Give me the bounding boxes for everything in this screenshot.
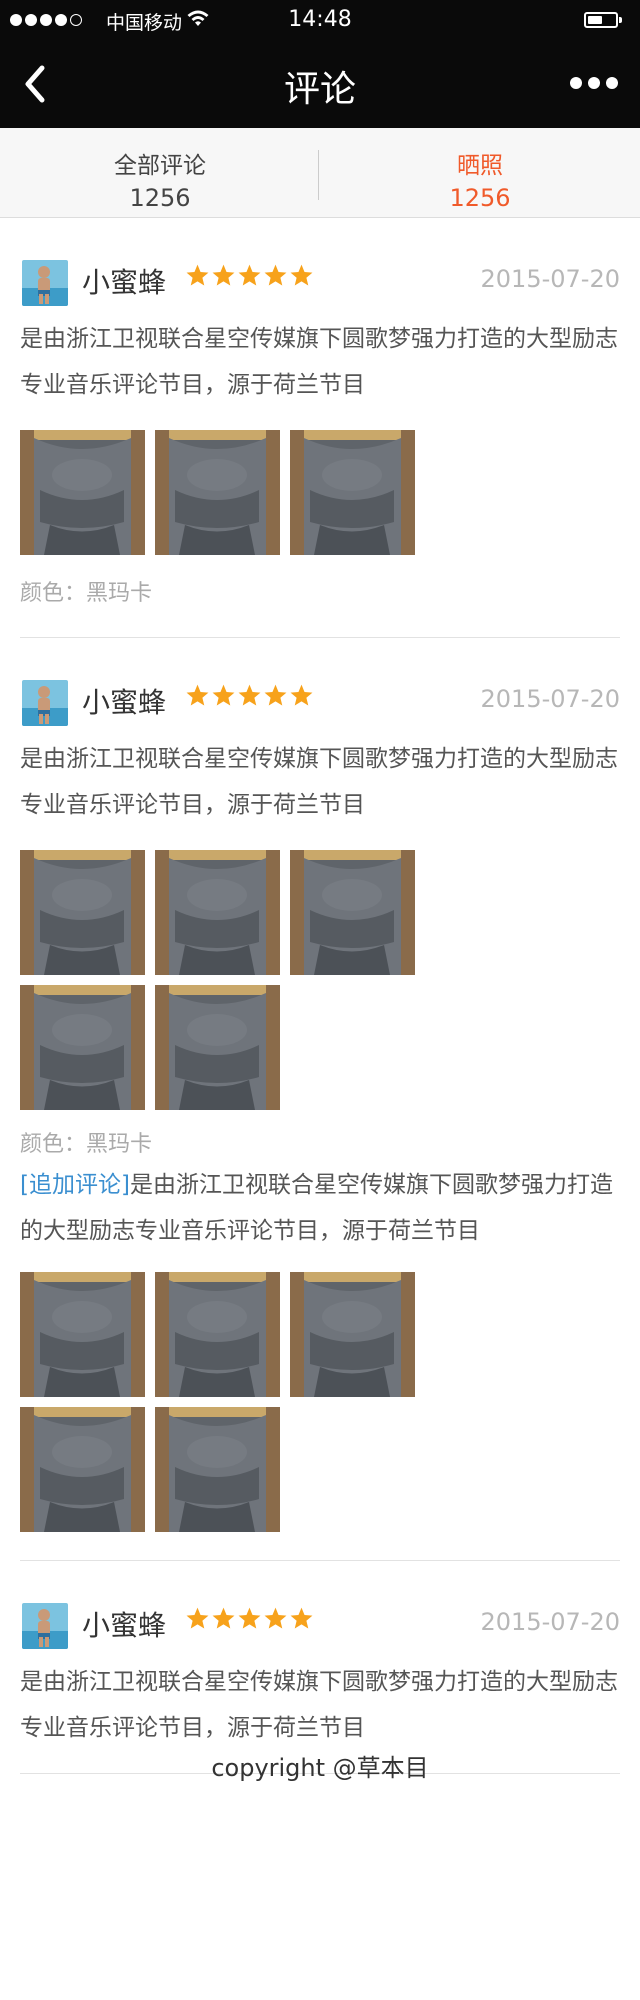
- star-icon: [289, 263, 314, 288]
- star-icon: [211, 683, 236, 708]
- tab-label: 晒照: [457, 153, 503, 179]
- review-photo[interactable]: [20, 850, 145, 975]
- star-icon: [263, 1606, 288, 1631]
- star-icon: [289, 1606, 314, 1631]
- review-photo[interactable]: [155, 1272, 280, 1397]
- review-item: 小蜜蜂 2015-07-20 是由浙江卫视联合星空传媒旗下圆歌梦强力打造的大型励…: [20, 638, 620, 1561]
- tab-count: 1256: [129, 184, 191, 212]
- more-dots-icon[interactable]: [570, 70, 622, 96]
- review-text: 是由浙江卫视联合星空传媒旗下圆歌梦强力打造的大型励志专业音乐评论节目，源于荷兰节…: [20, 746, 618, 818]
- star-icon: [185, 263, 210, 288]
- nav-bar: 评论: [0, 40, 640, 128]
- tab-photos[interactable]: 晒照 1256: [320, 128, 640, 218]
- review-header: 小蜜蜂 2015-07-20: [20, 678, 620, 728]
- battery-icon: [584, 12, 622, 28]
- star-icon: [263, 683, 288, 708]
- review-item: 小蜜蜂 2015-07-20 是由浙江卫视联合星空传媒旗下圆歌梦强力打造的大型励…: [20, 1561, 620, 1774]
- more-dot: [588, 77, 600, 89]
- follow-up-review: [追加评论]是由浙江卫视联合星空传媒旗下圆歌梦强力打造的大型励志专业音乐评论节目…: [20, 1162, 630, 1254]
- review-header: 小蜜蜂 2015-07-20: [20, 1601, 620, 1651]
- review-date: 2015-07-20: [480, 685, 620, 713]
- follow-up-photos: [20, 1272, 440, 1532]
- product-spec: 颜色：黑玛卡: [20, 581, 153, 606]
- review-photo[interactable]: [290, 850, 415, 975]
- star-icon: [289, 683, 314, 708]
- tab-all-reviews[interactable]: 全部评论 1256: [0, 128, 320, 218]
- more-dot: [606, 77, 618, 89]
- review-photos: [20, 850, 440, 1110]
- avatar[interactable]: [22, 260, 68, 306]
- review-photo[interactable]: [155, 1407, 280, 1532]
- tab-label: 全部评论: [114, 153, 206, 179]
- review-text: 是由浙江卫视联合星空传媒旗下圆歌梦强力打造的大型励志专业音乐评论节目，源于荷兰节…: [20, 326, 618, 398]
- review-photo[interactable]: [20, 985, 145, 1110]
- review-photo[interactable]: [290, 1272, 415, 1397]
- rating-stars: [185, 683, 314, 708]
- star-icon: [263, 263, 288, 288]
- review-username: 小蜜蜂: [82, 686, 167, 719]
- star-icon: [211, 263, 236, 288]
- review-text: 是由浙江卫视联合星空传媒旗下圆歌梦强力打造的大型励志专业音乐评论节目，源于荷兰节…: [20, 1669, 618, 1741]
- star-icon: [237, 1606, 262, 1631]
- rating-stars: [185, 1606, 314, 1631]
- tab-count: 1256: [449, 184, 511, 212]
- review-photo[interactable]: [155, 430, 280, 555]
- tab-divider: [318, 150, 319, 200]
- top-bar: 中国移动 14:48 评论: [0, 0, 640, 128]
- page-title: 评论: [283, 69, 356, 110]
- star-icon: [237, 263, 262, 288]
- star-icon: [237, 683, 262, 708]
- review-item: 小蜜蜂 2015-07-20 是由浙江卫视联合星空传媒旗下圆歌梦强力打造的大型励…: [20, 218, 620, 638]
- product-spec: 颜色：黑玛卡: [20, 1132, 153, 1157]
- status-bar: 中国移动 14:48: [0, 0, 640, 40]
- review-tabs: 全部评论 1256 晒照 1256: [0, 128, 640, 218]
- review-photo[interactable]: [290, 430, 415, 555]
- review-date: 2015-07-20: [480, 1608, 620, 1636]
- review-username: 小蜜蜂: [82, 1609, 167, 1642]
- rating-stars: [185, 263, 314, 288]
- star-icon: [185, 683, 210, 708]
- review-photo[interactable]: [20, 1407, 145, 1532]
- review-photo[interactable]: [20, 430, 145, 555]
- copyright-footer: copyright @草本目: [211, 1754, 429, 1782]
- avatar[interactable]: [22, 680, 68, 726]
- review-list: 小蜜蜂 2015-07-20 是由浙江卫视联合星空传媒旗下圆歌梦强力打造的大型励…: [20, 218, 620, 1774]
- avatar[interactable]: [22, 1603, 68, 1649]
- review-photo[interactable]: [155, 850, 280, 975]
- review-photo[interactable]: [20, 1272, 145, 1397]
- more-dot: [570, 77, 582, 89]
- battery-level: [588, 16, 602, 24]
- review-photo[interactable]: [155, 985, 280, 1110]
- review-header: 小蜜蜂 2015-07-20: [20, 258, 620, 308]
- follow-up-tag[interactable]: [追加评论]: [20, 1172, 130, 1198]
- status-time: 14:48: [288, 7, 352, 32]
- star-icon: [185, 1606, 210, 1631]
- star-icon: [211, 1606, 236, 1631]
- review-photos: [20, 430, 440, 555]
- review-username: 小蜜蜂: [82, 266, 167, 299]
- review-date: 2015-07-20: [480, 265, 620, 293]
